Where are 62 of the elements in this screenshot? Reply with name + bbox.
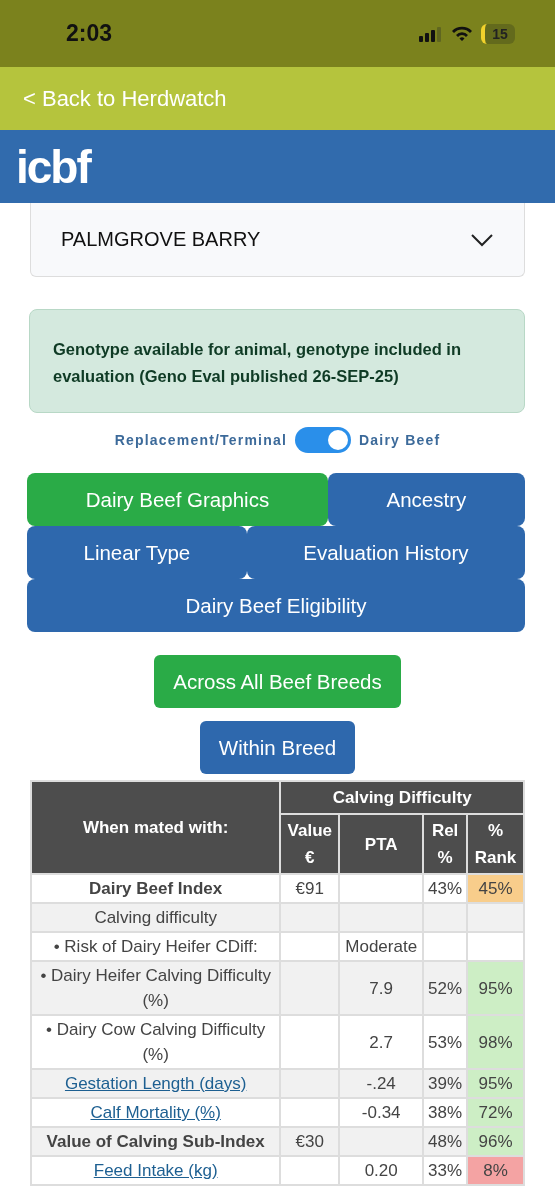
signal-icon <box>419 25 443 42</box>
rank-cell: 95% <box>467 961 524 1015</box>
tab[interactable]: Evaluation History <box>246 526 525 579</box>
status-time: 2:03 <box>66 20 113 47</box>
table-cell <box>280 903 340 932</box>
tab[interactable]: Dairy Beef Eligibility <box>27 579 525 632</box>
chevron-down-icon <box>470 232 494 247</box>
table-cell: 53% <box>423 1015 468 1069</box>
table-cell <box>280 1156 340 1185</box>
trait-link[interactable]: Calf Mortality (%) <box>90 1103 221 1122</box>
toggle-right-label: Dairy Beef <box>359 432 441 448</box>
rank-cell <box>467 932 524 961</box>
rank-cell <box>467 903 524 932</box>
row-label: Dairy Beef Index <box>31 874 281 903</box>
breed-button[interactable]: Within Breed <box>199 721 356 774</box>
tab[interactable]: Ancestry <box>327 473 525 526</box>
column-header: % Rank <box>467 814 524 874</box>
table-cell: -.24 <box>339 1069 424 1098</box>
table-cell <box>280 961 340 1015</box>
logo: icbf <box>16 143 90 190</box>
column-header: Value € <box>280 814 340 874</box>
table-cell <box>280 932 340 961</box>
table-cell: Moderate <box>339 932 424 961</box>
row-label: • Dairy Cow Calving Difficulty (%) <box>31 1015 281 1069</box>
breed-button[interactable]: Across All Beef Breeds <box>154 655 401 708</box>
column-header: Rel % <box>423 814 468 874</box>
genotype-alert: Genotype available for animal, genotype included in evaluation (Geno Eval published 26-SEP-25) <box>29 309 525 413</box>
column-group-header: Calving Difficulty <box>280 781 524 814</box>
table-cell: €91 <box>280 874 340 903</box>
mode-toggle[interactable] <box>295 427 352 453</box>
rank-cell: 96% <box>467 1127 524 1156</box>
row-label: Calving difficulty <box>31 903 281 932</box>
row-label[interactable]: Gestation Length (days) <box>31 1069 281 1098</box>
row-label: • Risk of Dairy Heifer CDiff: <box>31 932 281 961</box>
row-label[interactable]: Calf Mortality (%) <box>31 1098 281 1127</box>
column-header: PTA <box>339 814 424 874</box>
rank-cell: 98% <box>467 1015 524 1069</box>
table-cell <box>280 1098 340 1127</box>
column-header: When mated with: <box>31 781 281 874</box>
table-cell: 7.9 <box>339 961 424 1015</box>
row-label: • Dairy Heifer Calving Difficulty (%) <box>31 961 281 1015</box>
toggle-left-label: Replacement/Terminal <box>114 432 288 448</box>
animal-dropdown[interactable]: PALMGROVE BARRY <box>30 203 525 277</box>
tab[interactable]: Dairy Beef Graphics <box>27 473 328 526</box>
table-cell <box>280 1069 340 1098</box>
table-cell: 52% <box>423 961 468 1015</box>
table-cell: 0.20 <box>339 1156 424 1185</box>
rank-cell: 72% <box>467 1098 524 1127</box>
table-cell <box>280 1015 340 1069</box>
trait-link[interactable]: Feed Intake (kg) <box>93 1161 218 1180</box>
rank-cell: 8% <box>467 1156 524 1185</box>
tab[interactable]: Linear Type <box>27 526 247 579</box>
wifi-icon <box>451 25 473 42</box>
row-label[interactable]: Feed Intake (kg) <box>31 1156 281 1185</box>
table-cell: -0.34 <box>339 1098 424 1127</box>
rank-cell: 45% <box>467 874 524 903</box>
battery-icon: 15 <box>481 23 515 44</box>
trait-link[interactable]: Gestation Length (days) <box>64 1074 247 1093</box>
table-cell: 2.7 <box>339 1015 424 1069</box>
row-label: Value of Calving Sub-Index <box>31 1127 281 1156</box>
rank-cell: 95% <box>467 1069 524 1098</box>
table-cell: €30 <box>280 1127 340 1156</box>
